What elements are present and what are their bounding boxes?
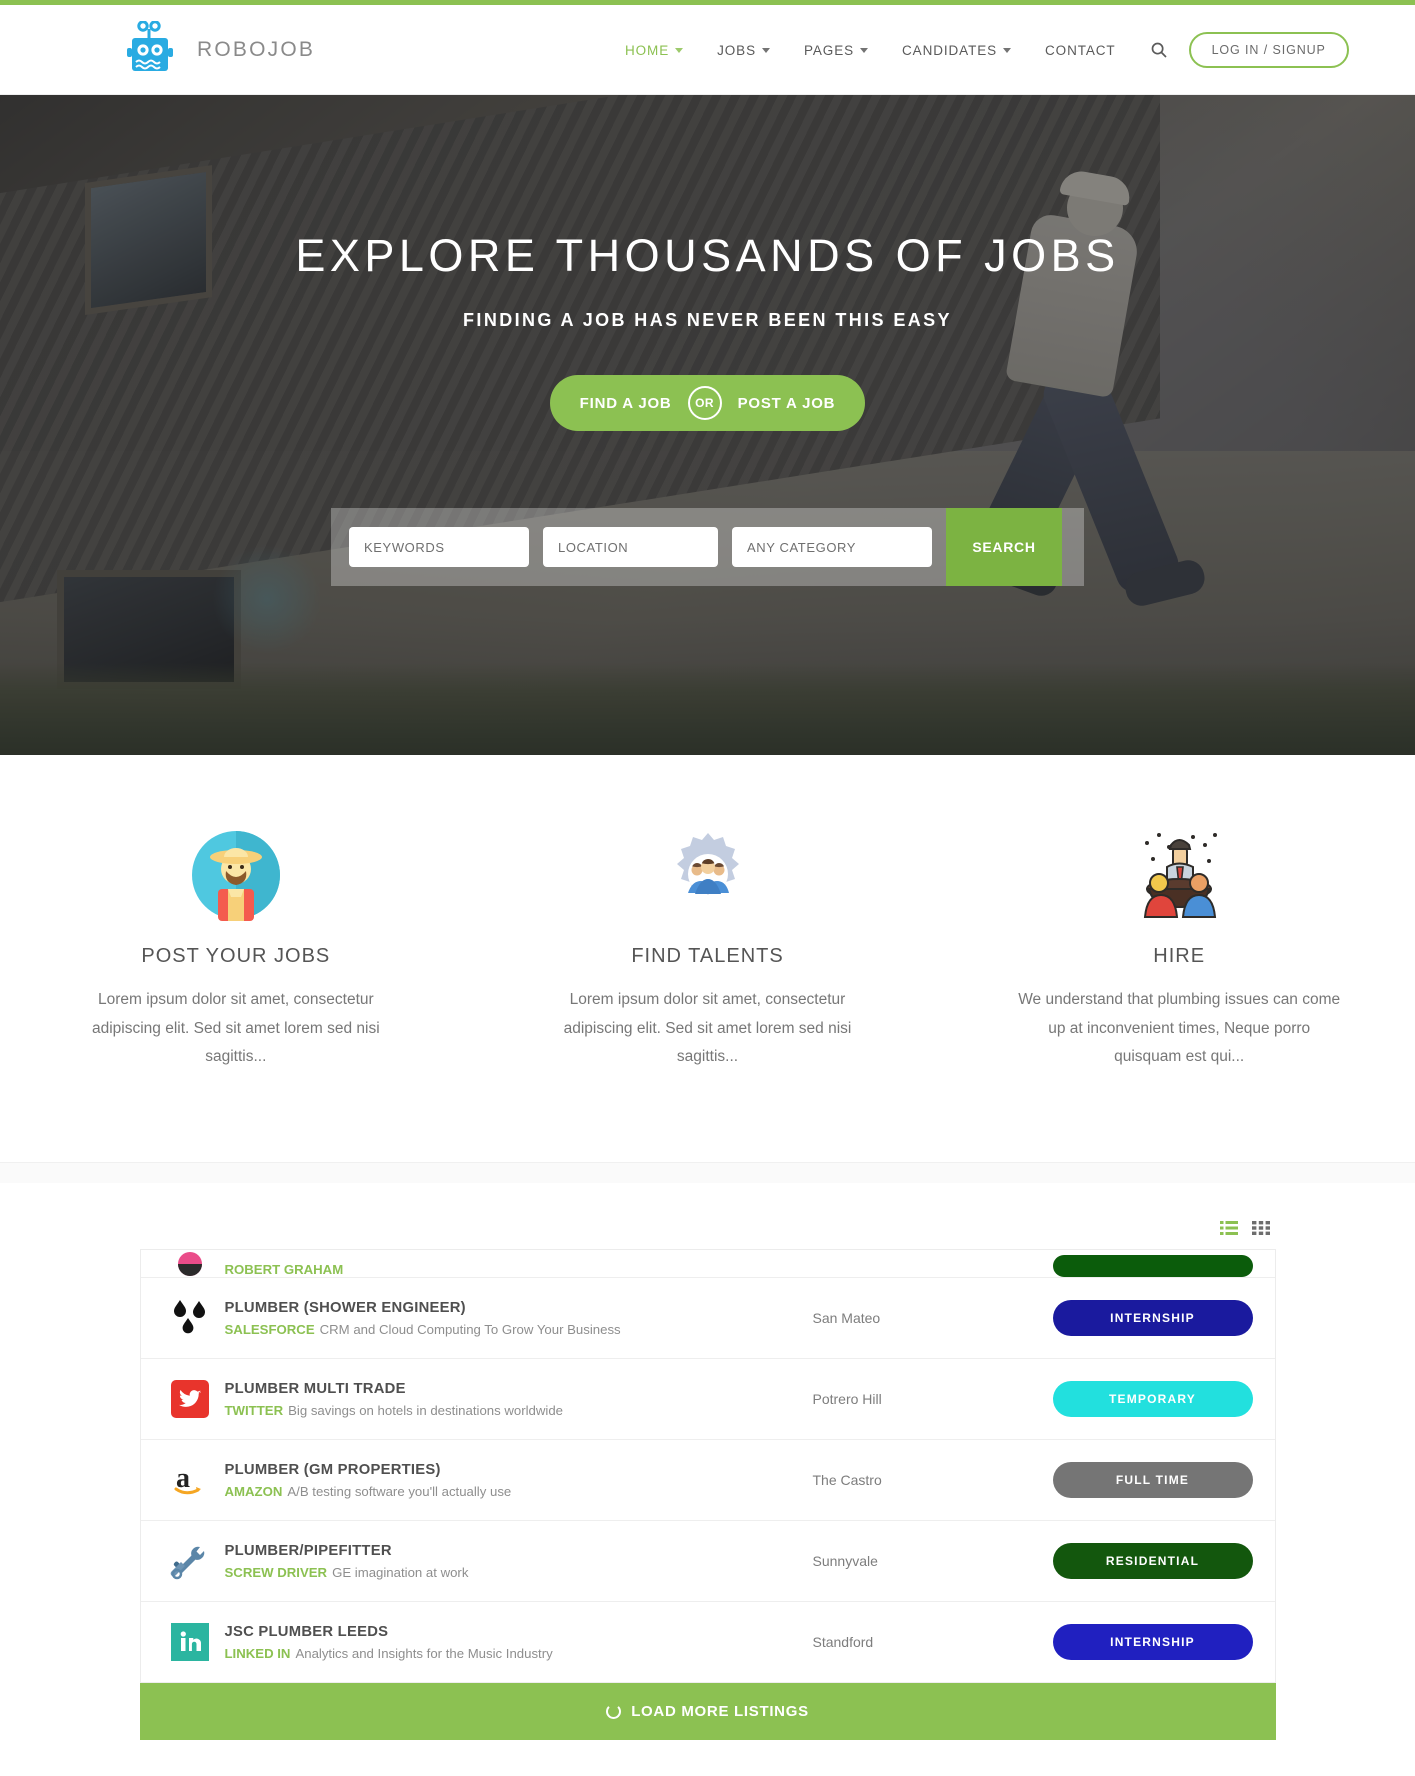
feature-title: FIND TALENTS bbox=[631, 945, 784, 967]
job-title: PLUMBER MULTI TRADE bbox=[224, 1380, 406, 1397]
feature-title: POST YOUR JOBS bbox=[141, 945, 331, 967]
keywords-input[interactable] bbox=[349, 527, 529, 567]
feature-text: Lorem ipsum dolor sit amet, consectetur … bbox=[563, 991, 852, 1066]
location-input[interactable] bbox=[543, 527, 718, 567]
status-badge: RESIDENTIAL bbox=[1052, 1543, 1253, 1580]
view-toggle-group bbox=[140, 1221, 1276, 1236]
search-icon[interactable] bbox=[1133, 42, 1181, 58]
job-location: San Mateo bbox=[812, 1310, 881, 1327]
page-bottom-spacer bbox=[0, 1740, 1415, 1776]
load-more-listings-button[interactable]: LOAD MORE LISTINGS bbox=[139, 1683, 1276, 1741]
hero-search-bar: SEARCH bbox=[331, 508, 1084, 586]
job-title: PLUMBER/PIPEFITTER bbox=[224, 1542, 392, 1559]
screwdriver-wrench-icon bbox=[163, 1541, 217, 1581]
meeting-table-icon bbox=[983, 827, 1375, 923]
search-button[interactable]: SEARCH bbox=[946, 508, 1062, 586]
table-row[interactable]: a PLUMBER (GM PROPERTIES) AMAZON A/B test… bbox=[140, 1440, 1275, 1522]
nav-item-home-label: HOME bbox=[625, 42, 670, 58]
status-badge: INTERNSHIP bbox=[1052, 1300, 1253, 1337]
login-signup-button[interactable]: LOG IN / SIGNUP bbox=[1188, 32, 1349, 68]
section-divider bbox=[0, 1163, 1415, 1184]
robot-icon bbox=[125, 19, 181, 79]
spinner-icon bbox=[606, 1704, 622, 1720]
table-row[interactable]: ROBERT GRAHAM bbox=[140, 1250, 1275, 1279]
hero-section: EXPLORE THOUSANDS OF JOBS FINDING A JOB … bbox=[0, 95, 1415, 755]
chevron-down-icon bbox=[675, 47, 684, 53]
job-listings-section: ROBERT GRAHAM PLUMBER (SHOWER ENGINEER) bbox=[0, 1183, 1415, 1741]
feature-text: We understand that plumbing issues can c… bbox=[1018, 991, 1341, 1066]
job-company: TWITTER bbox=[224, 1402, 284, 1418]
table-row[interactable]: PLUMBER/PIPEFITTER SCREW DRIVER GE imagin… bbox=[140, 1521, 1275, 1603]
feature-text: Lorem ipsum dolor sit amet, consectetur … bbox=[91, 991, 380, 1066]
job-company: ROBERT GRAHAM bbox=[224, 1262, 344, 1278]
cta-or-divider: OR bbox=[687, 386, 722, 420]
nav-item-home[interactable]: HOME bbox=[608, 43, 700, 58]
job-title: PLUMBER (SHOWER ENGINEER) bbox=[224, 1299, 466, 1316]
job-description: CRM and Cloud Computing To Grow Your Bus… bbox=[319, 1321, 621, 1337]
job-description: GE imagination at work bbox=[332, 1564, 469, 1580]
job-company: LINKED IN bbox=[224, 1645, 291, 1661]
job-location: Standford bbox=[812, 1634, 874, 1651]
gear-people-icon bbox=[512, 827, 904, 923]
hero-cta-pill[interactable]: FIND A JOB OR POST A JOB bbox=[549, 375, 866, 431]
site-header: ROBOJOB HOME JOBS PAGES CANDIDATES CONTA… bbox=[0, 5, 1415, 95]
page-root: ROBOJOB HOME JOBS PAGES CANDIDATES CONTA… bbox=[0, 0, 1415, 1776]
job-title: PLUMBER (GM PROPERTIES) bbox=[224, 1461, 441, 1478]
job-description: Analytics and Insights for the Music Ind… bbox=[295, 1645, 553, 1661]
post-a-job-button[interactable]: POST A JOB bbox=[738, 395, 836, 412]
nav-item-pages[interactable]: PAGES bbox=[787, 43, 885, 58]
job-location: The Castro bbox=[812, 1472, 882, 1489]
nav-item-candidates[interactable]: CANDIDATES bbox=[885, 43, 1028, 58]
grid-view-icon[interactable] bbox=[1251, 1221, 1270, 1236]
job-company: SCREW DRIVER bbox=[224, 1564, 328, 1580]
features-section: POST YOUR JOBS Lorem ipsum dolor sit ame… bbox=[0, 755, 1415, 1164]
job-company: AMAZON bbox=[224, 1483, 283, 1499]
job-description: Big savings on hotels in destinations wo… bbox=[288, 1402, 564, 1418]
feature-find-talents: FIND TALENTS Lorem ipsum dolor sit amet,… bbox=[472, 827, 944, 1072]
brand-name: ROBOJOB bbox=[197, 37, 316, 61]
feature-hire: HIRE We understand that plumbing issues … bbox=[943, 827, 1415, 1072]
category-select[interactable] bbox=[732, 527, 932, 567]
feature-title: HIRE bbox=[1153, 945, 1206, 967]
job-description: A/B testing software you'll actually use bbox=[287, 1483, 512, 1499]
linkedin-icon bbox=[163, 1623, 217, 1662]
job-company: SALESFORCE bbox=[224, 1321, 315, 1337]
status-badge: TEMPORARY bbox=[1052, 1381, 1253, 1418]
nav-item-pages-label: PAGES bbox=[803, 42, 855, 58]
job-title: JSC PLUMBER LEEDS bbox=[224, 1623, 389, 1640]
amazon-icon: a bbox=[163, 1461, 217, 1499]
water-drops-icon bbox=[163, 1298, 217, 1338]
twitter-icon bbox=[163, 1380, 217, 1419]
nav-item-jobs[interactable]: JOBS bbox=[700, 43, 787, 58]
table-row[interactable]: JSC PLUMBER LEEDS LINKED IN Analytics and… bbox=[140, 1602, 1275, 1684]
table-row[interactable]: PLUMBER (SHOWER ENGINEER) SALESFORCE CRM … bbox=[140, 1278, 1275, 1360]
nav-item-candidates-label: CANDIDATES bbox=[902, 42, 998, 58]
list-view-icon[interactable] bbox=[1219, 1221, 1238, 1236]
dribbble-icon bbox=[163, 1251, 217, 1277]
status-badge: INTERNSHIP bbox=[1052, 1624, 1253, 1661]
load-more-label: LOAD MORE LISTINGS bbox=[631, 1703, 809, 1721]
chevron-down-icon bbox=[761, 47, 770, 53]
job-location: Potrero Hill bbox=[812, 1391, 882, 1408]
feature-post-your-jobs: POST YOUR JOBS Lorem ipsum dolor sit ame… bbox=[0, 827, 472, 1072]
hero-subtitle: FINDING A JOB HAS NEVER BEEN THIS EASY bbox=[463, 310, 952, 330]
farmer-avatar-icon bbox=[40, 827, 432, 923]
status-badge: FULL TIME bbox=[1052, 1462, 1253, 1499]
brand-logo[interactable]: ROBOJOB bbox=[125, 19, 316, 79]
nav-item-contact[interactable]: CONTACT bbox=[1028, 43, 1133, 58]
job-listings-table: ROBERT GRAHAM PLUMBER (SHOWER ENGINEER) bbox=[139, 1249, 1276, 1684]
table-row[interactable]: PLUMBER MULTI TRADE TWITTER Big savings o… bbox=[140, 1359, 1275, 1441]
job-location: Sunnyvale bbox=[812, 1553, 878, 1570]
find-a-job-button[interactable]: FIND A JOB bbox=[580, 395, 672, 412]
nav-item-contact-label: CONTACT bbox=[1045, 42, 1116, 58]
chevron-down-icon bbox=[860, 47, 869, 53]
hero-title: EXPLORE THOUSANDS OF JOBS bbox=[295, 230, 1120, 281]
chevron-down-icon bbox=[1003, 47, 1012, 53]
nav-item-jobs-label: JOBS bbox=[717, 42, 756, 58]
status-badge bbox=[1052, 1255, 1253, 1278]
main-nav: HOME JOBS PAGES CANDIDATES CONTACT LOG I… bbox=[608, 5, 1349, 95]
